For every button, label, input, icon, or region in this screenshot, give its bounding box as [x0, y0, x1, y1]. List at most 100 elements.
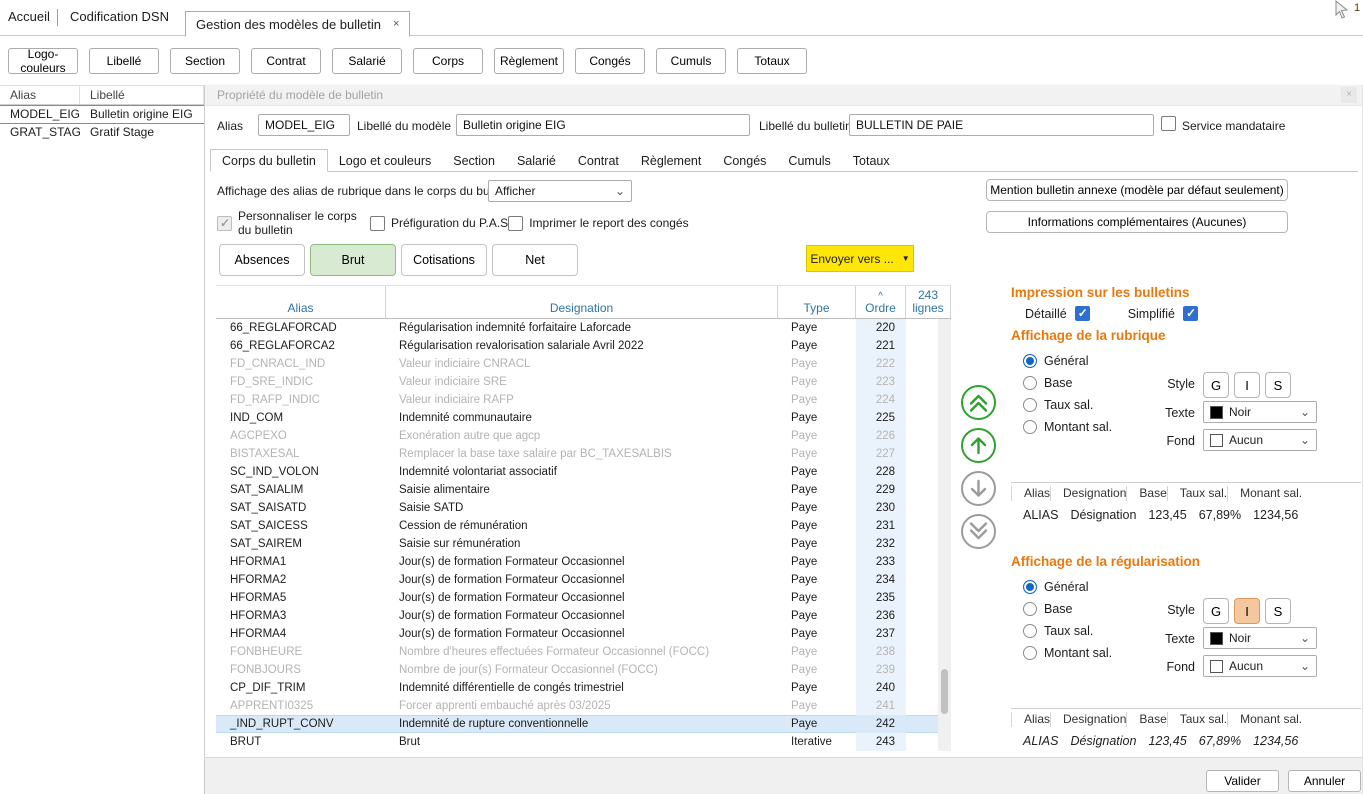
table-row[interactable]: BISTAXESAL Remplacer la base taxe salair…	[216, 445, 938, 463]
libelle-modele-input[interactable]	[456, 114, 750, 136]
option-checkbox[interactable]	[370, 216, 385, 231]
toolbar-button[interactable]: Section	[170, 48, 240, 74]
radio-button[interactable]	[1023, 398, 1037, 412]
mention-annexe-button[interactable]: Mention bulletin annexe (modèle par défa…	[986, 179, 1288, 201]
model-list-row[interactable]: MODEL_EIG Bulletin origine EIG	[0, 105, 204, 124]
rubrique-texte-select[interactable]: Noir ⌄	[1203, 401, 1317, 423]
style-button[interactable]: S	[1265, 372, 1291, 398]
col-header-alias[interactable]: Alias	[216, 286, 386, 318]
close-tab-icon[interactable]: ×	[393, 18, 399, 30]
inner-tab[interactable]: Contrat	[567, 150, 630, 171]
inner-tab[interactable]: Congés	[712, 150, 777, 171]
envoyer-vers-button[interactable]: Envoyer vers ... ▼	[806, 245, 914, 272]
option-checkbox[interactable]	[217, 216, 232, 231]
table-row[interactable]: SAT_SAIREM Saisie sur rémunération Paye …	[216, 535, 938, 553]
style-button[interactable]: G	[1203, 372, 1229, 398]
table-row[interactable]: AGCPEXO Exonération autre que agcp Paye …	[216, 427, 938, 445]
cell-ordre: 226	[856, 427, 906, 445]
table-row[interactable]: APPRENTI0325 Forcer apprenti embauché ap…	[216, 697, 938, 715]
inner-tab[interactable]: Règlement	[630, 150, 712, 171]
toolbar-button[interactable]: Congés	[575, 48, 645, 74]
radio-button[interactable]	[1023, 602, 1037, 616]
table-row[interactable]: BRUT Brut Iterative 243	[216, 733, 938, 751]
libelle-bulletin-input[interactable]	[849, 114, 1154, 136]
table-row[interactable]: HFORMA3 Jour(s) de formation Formateur O…	[216, 607, 938, 625]
category-button[interactable]: Absences	[219, 244, 305, 276]
toolbar-button[interactable]: Cumuls	[656, 48, 726, 74]
table-row[interactable]: FONBJOURS Nombre de jour(s) Formateur Oc…	[216, 661, 938, 679]
style-button[interactable]: S	[1265, 598, 1291, 624]
table-row[interactable]: _IND_RUPT_CONV Indemnité de rupture conv…	[216, 715, 938, 733]
annuler-button[interactable]: Annuler	[1288, 770, 1361, 792]
table-scrollbar[interactable]	[938, 319, 951, 751]
move-bottom-button[interactable]	[960, 513, 997, 550]
cell-type: Paye	[778, 481, 856, 499]
move-down-button[interactable]	[960, 470, 997, 507]
table-row[interactable]: IND_COM Indemnité communautaire Paye 225	[216, 409, 938, 427]
category-button[interactable]: Brut	[310, 244, 396, 276]
tab-gestion-modeles[interactable]: Gestion des modèles de bulletin ×	[185, 11, 410, 37]
toolbar-button[interactable]: Salarié	[332, 48, 402, 74]
move-up-button[interactable]	[960, 427, 997, 464]
regularisation-texte-select[interactable]: Noir ⌄	[1203, 627, 1317, 649]
table-row[interactable]: HFORMA4 Jour(s) de formation Formateur O…	[216, 625, 938, 643]
panel-close-icon[interactable]: ×	[1341, 87, 1357, 103]
toolbar-button[interactable]: Libellé	[89, 48, 159, 74]
table-row[interactable]: HFORMA2 Jour(s) de formation Formateur O…	[216, 571, 938, 589]
category-button[interactable]: Cotisations	[401, 244, 487, 276]
impression-checkbox[interactable]	[1183, 306, 1198, 321]
toolbar-button[interactable]: Totaux	[737, 48, 807, 74]
category-button[interactable]: Net	[492, 244, 578, 276]
inner-tab[interactable]: Salarié	[506, 150, 567, 171]
table-row[interactable]: CP_DIF_TRIM Indemnité différentielle de …	[216, 679, 938, 697]
radio-button[interactable]	[1023, 624, 1037, 638]
table-row[interactable]: 66_REGLAFORCAD Régularisation indemnité …	[216, 319, 938, 337]
inner-tab[interactable]: Corps du bulletin	[210, 149, 328, 172]
radio-button[interactable]	[1023, 376, 1037, 390]
col-header-designation[interactable]: Designation	[386, 286, 778, 318]
table-row[interactable]: FD_SRE_INDIC Valeur indiciaire SRE Paye …	[216, 373, 938, 391]
alias-input[interactable]	[258, 114, 350, 136]
tab-accueil[interactable]: Accueil	[8, 9, 50, 24]
inner-tab[interactable]: Totaux	[842, 150, 901, 171]
radio-button[interactable]	[1023, 354, 1037, 368]
toolbar-button[interactable]: Contrat	[251, 48, 321, 74]
col-header-ordre[interactable]: ^ Ordre	[856, 286, 906, 318]
toolbar-button[interactable]: Corps	[413, 48, 483, 74]
radio-button[interactable]	[1023, 646, 1037, 660]
table-row[interactable]: SC_IND_VOLON Indemnité volontariat assoc…	[216, 463, 938, 481]
style-button[interactable]: I	[1234, 372, 1260, 398]
impression-checkbox[interactable]	[1075, 306, 1090, 321]
model-list-row[interactable]: GRAT_STAGE Gratif Stage	[0, 124, 204, 142]
table-scrollbar-thumb[interactable]	[941, 669, 948, 714]
move-top-button[interactable]	[960, 384, 997, 421]
regularisation-fond-select[interactable]: Aucun ⌄	[1203, 655, 1317, 677]
table-row[interactable]: HFORMA1 Jour(s) de formation Formateur O…	[216, 553, 938, 571]
toolbar-button[interactable]: Logo-couleurs	[8, 48, 78, 74]
infos-complementaires-button[interactable]: Informations complémentaires (Aucunes)	[986, 211, 1288, 233]
service-mandataire-checkbox[interactable]	[1161, 116, 1176, 131]
table-row[interactable]: FD_CNRACL_IND Valeur indiciaire CNRACL P…	[216, 355, 938, 373]
table-row[interactable]: 66_REGLAFORCA2 Régularisation revalorisa…	[216, 337, 938, 355]
col-header-type[interactable]: Type	[778, 286, 856, 318]
tab-codification-dsn[interactable]: Codification DSN	[70, 9, 169, 24]
inner-tab[interactable]: Section	[442, 150, 506, 171]
alias-display-select[interactable]: Afficher ⌄	[488, 180, 632, 202]
toolbar-button[interactable]: Règlement	[494, 48, 564, 74]
table-row[interactable]: FD_RAFP_INDIC Valeur indiciaire RAFP Pay…	[216, 391, 938, 409]
rubrique-fond-select[interactable]: Aucun ⌄	[1203, 429, 1317, 451]
style-button[interactable]: G	[1203, 598, 1229, 624]
radio-button[interactable]	[1023, 580, 1037, 594]
table-row[interactable]: HFORMA5 Jour(s) de formation Formateur O…	[216, 589, 938, 607]
option-checkbox[interactable]	[508, 216, 523, 231]
table-row[interactable]: FONBHEURE Nombre d'heures effectuées For…	[216, 643, 938, 661]
table-row[interactable]: SAT_SAISATD Saisie SATD Paye 230	[216, 499, 938, 517]
table-row[interactable]: SAT_SAIALIM Saisie alimentaire Paye 229	[216, 481, 938, 499]
rubrique-table-header: Alias Designation Type ^ Ordre 243 ligne…	[216, 286, 951, 319]
radio-button[interactable]	[1023, 420, 1037, 434]
inner-tab[interactable]: Logo et couleurs	[328, 150, 442, 171]
inner-tab[interactable]: Cumuls	[777, 150, 841, 171]
valider-button[interactable]: Valider	[1206, 770, 1279, 792]
table-row[interactable]: SAT_SAICESS Cession de rémunération Paye…	[216, 517, 938, 535]
style-button[interactable]: I	[1234, 598, 1260, 624]
